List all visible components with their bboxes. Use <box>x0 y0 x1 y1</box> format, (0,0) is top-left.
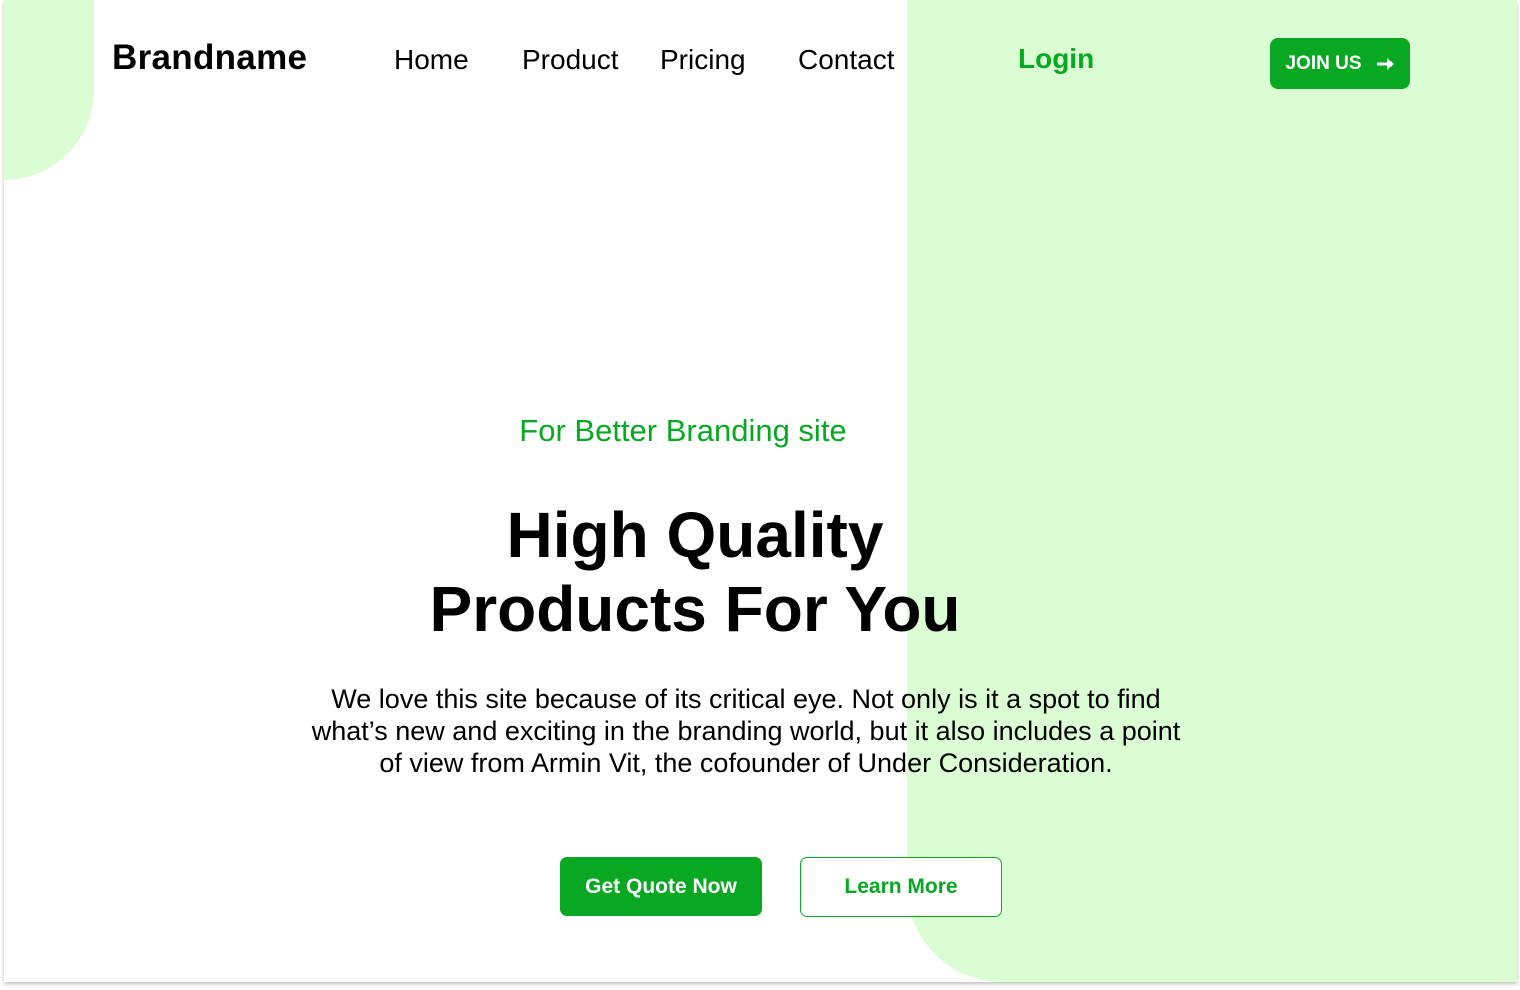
get-quote-button[interactable]: Get Quote Now <box>560 857 762 916</box>
hero-description: We love this site because of its critica… <box>286 683 1206 779</box>
nav-link-home[interactable]: Home <box>394 46 469 74</box>
nav-link-product[interactable]: Product <box>522 46 619 74</box>
join-us-button[interactable]: JOIN US <box>1270 38 1410 89</box>
nav-link-contact[interactable]: Contact <box>798 46 895 74</box>
hero-description-line-1: We love this site because of its critica… <box>331 684 1161 714</box>
learn-more-button[interactable]: Learn More <box>800 857 1002 917</box>
page-frame: Brandname Home Product Pricing Contact L… <box>4 0 1517 982</box>
hero-headline-line-2: Products For You <box>429 573 961 645</box>
hero-headline: High Quality Products For You <box>345 498 1045 646</box>
nav-link-pricing[interactable]: Pricing <box>660 46 746 74</box>
background-panel <box>907 0 1517 982</box>
hero-description-line-3: of view from Armin Vit, the cofounder of… <box>379 748 1113 778</box>
brand-logo[interactable]: Brandname <box>112 40 307 75</box>
hero-headline-line-1: High Quality <box>506 499 884 571</box>
login-link[interactable]: Login <box>1018 45 1094 73</box>
hero-tagline: For Better Branding site <box>519 413 847 448</box>
arrow-right-icon <box>1376 57 1394 70</box>
hero-description-line-2: what’s new and exciting in the branding … <box>311 716 1181 746</box>
join-us-label: JOIN US <box>1285 52 1362 74</box>
background-blob <box>4 0 94 180</box>
